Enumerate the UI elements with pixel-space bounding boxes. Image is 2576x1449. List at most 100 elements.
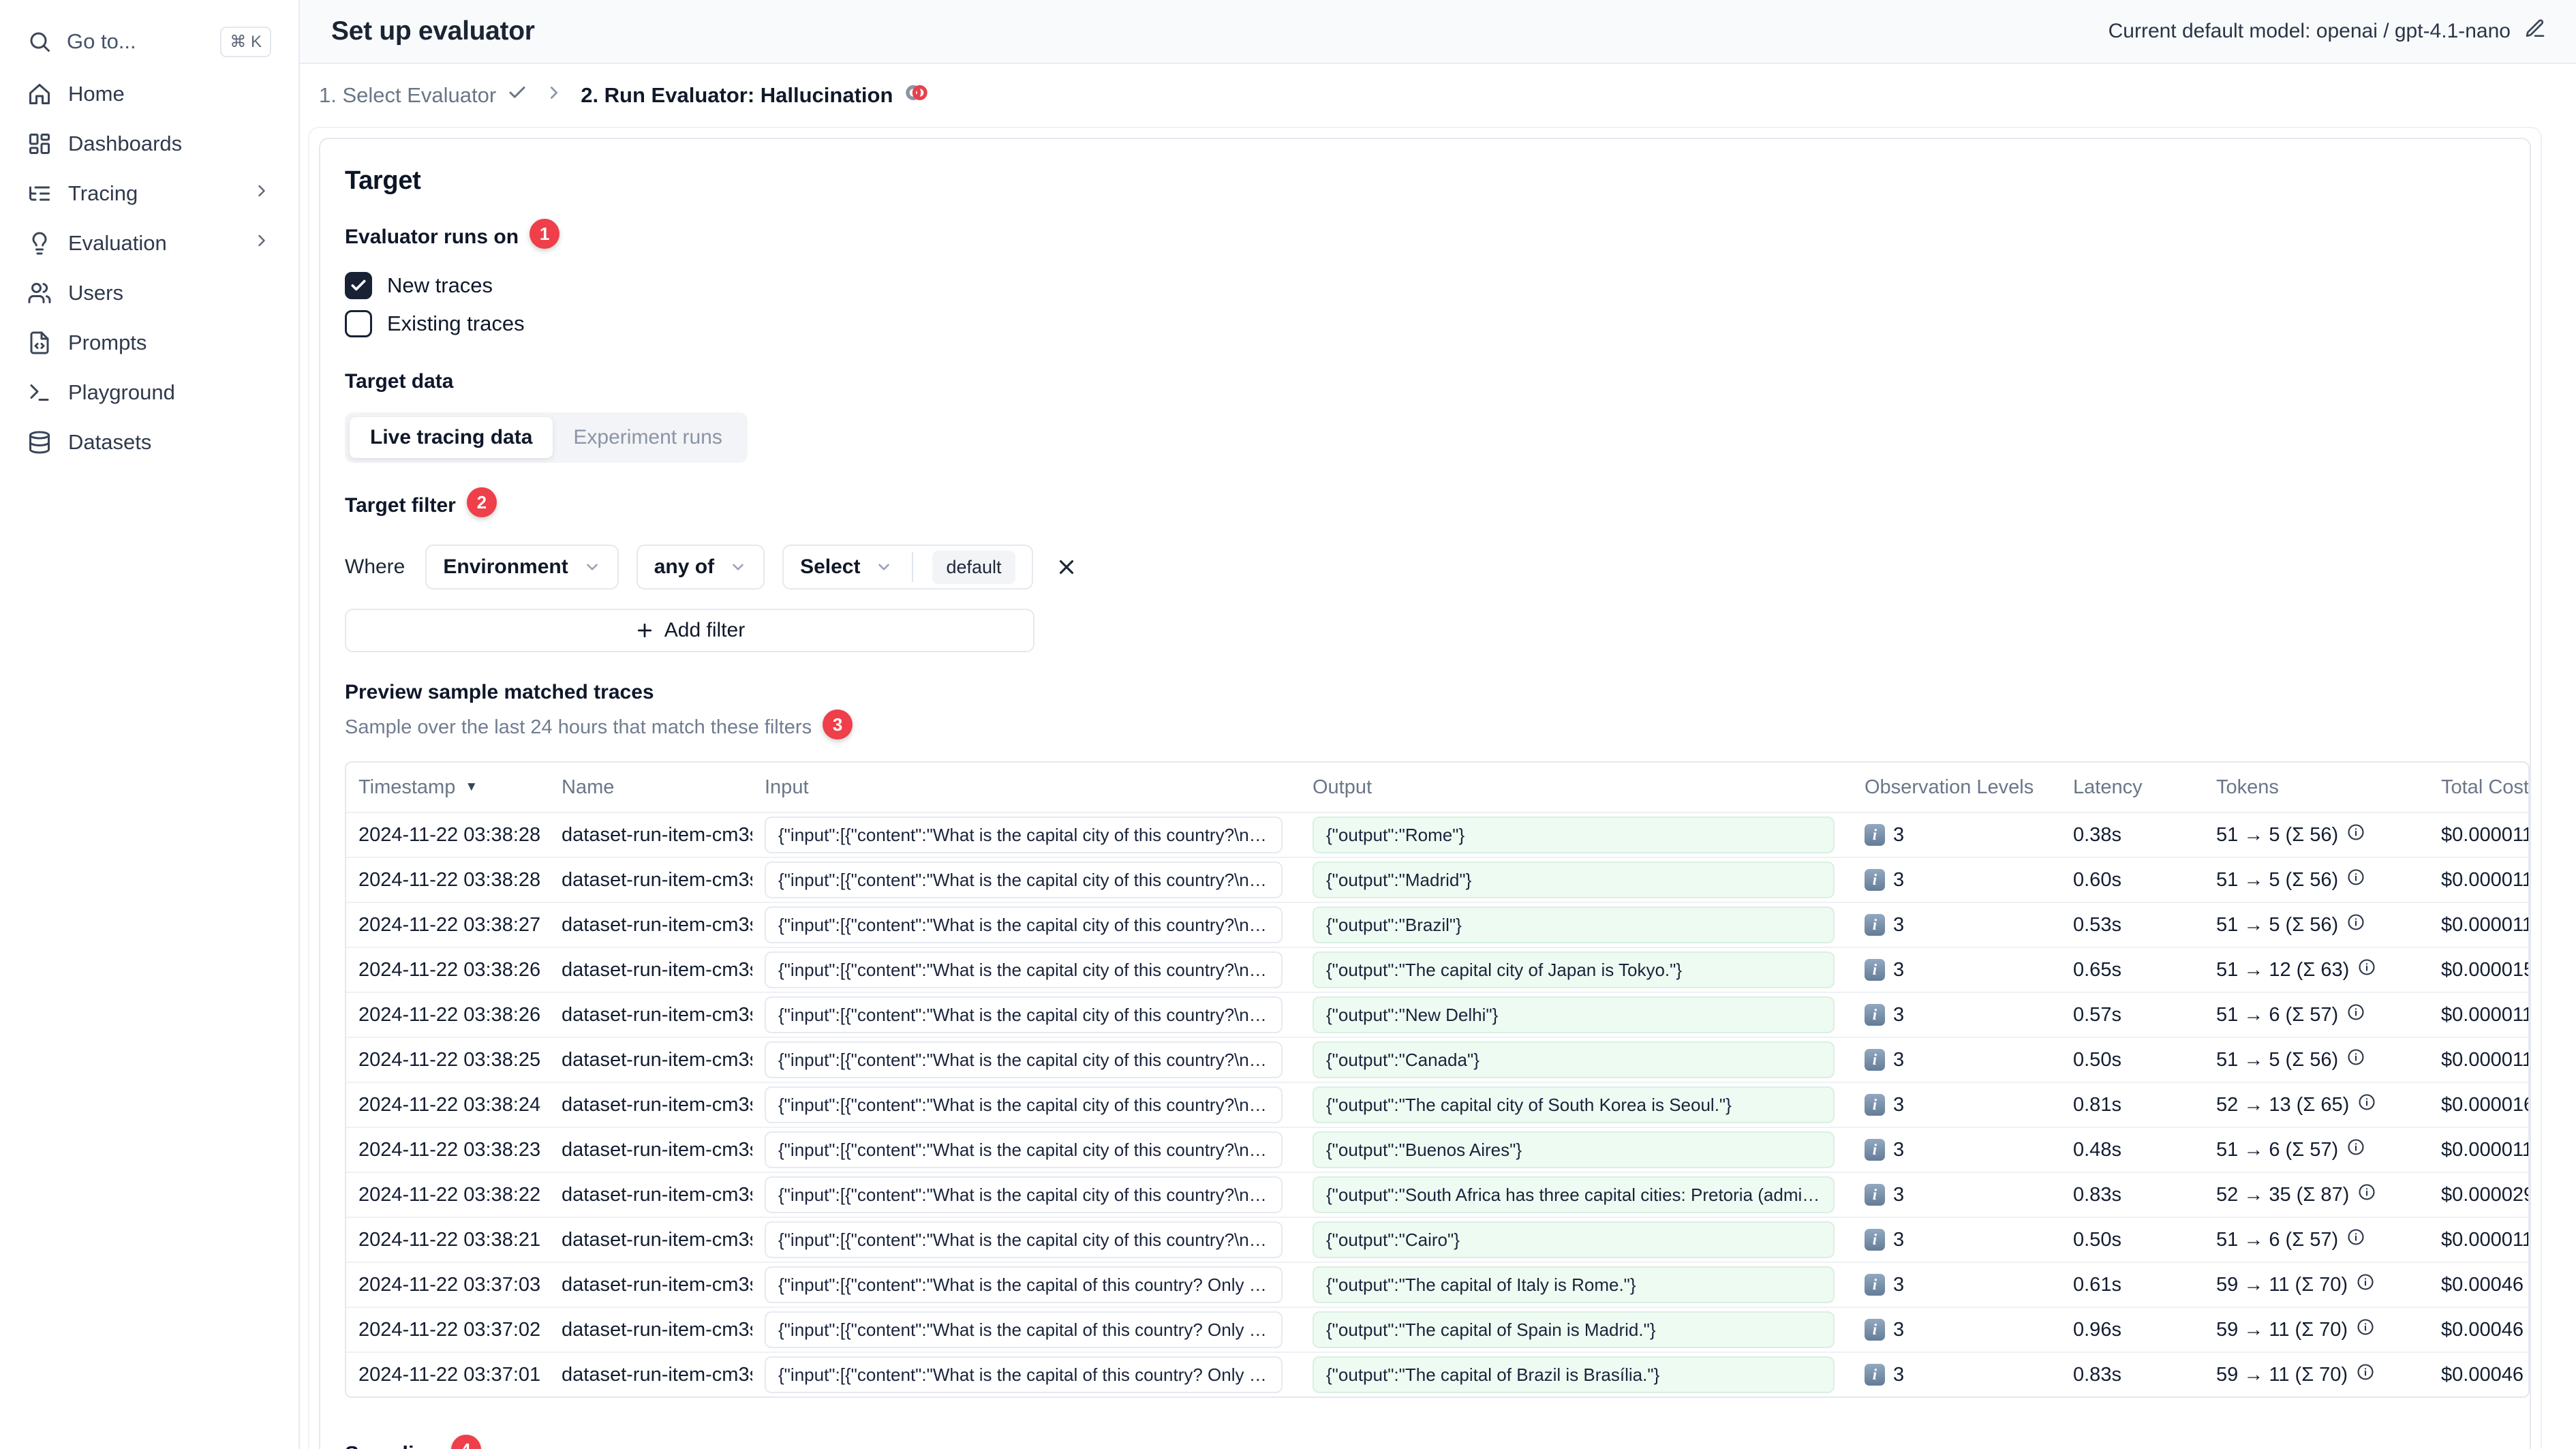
table-row[interactable]: 2024-11-22 03:38:24 dataset-run-item-cm3… (346, 1082, 2530, 1127)
table-row[interactable]: 2024-11-22 03:38:28 dataset-run-item-cm3… (346, 812, 2528, 857)
sidebar-item-prompts[interactable]: Prompts (16, 322, 282, 363)
info-emoji-icon: i (1865, 824, 1885, 846)
cell-output: {"output":"The capital of Spain is Madri… (1313, 1311, 1835, 1348)
cell-observation-levels: 3 (1893, 913, 1905, 936)
info-emoji-icon: i (1865, 1184, 1885, 1206)
search-icon (27, 29, 52, 54)
table-row[interactable]: 2024-11-22 03:38:26 dataset-run-item-cm3… (346, 992, 2530, 1037)
sidebar: Go to... ⌘ K Home Dashboards Tracing Eva… (0, 0, 300, 1449)
sidebar-item-playground[interactable]: Playground (16, 372, 282, 413)
column-header-name[interactable]: Name (549, 776, 752, 799)
chevron-right-icon (252, 231, 271, 256)
chevron-right-icon (544, 82, 564, 108)
table-row[interactable]: 2024-11-22 03:37:01 dataset-run-item-cm3… (346, 1352, 2530, 1397)
cell-total-cost: $0.000016 (2441, 1093, 2530, 1116)
column-header-latency[interactable]: Latency (2061, 776, 2204, 799)
sidebar-item-datasets[interactable]: Datasets (16, 422, 282, 463)
cell-total-cost: $0.00046 ( (2441, 1363, 2530, 1386)
cell-total-cost: $0.00046 ( (2441, 1273, 2530, 1296)
column-header-observation-levels[interactable]: Observation Levels (1852, 776, 2061, 799)
table-row[interactable]: 2024-11-22 03:38:23 dataset-run-item-cm3… (346, 1127, 2528, 1172)
table-row[interactable]: 2024-11-22 03:37:02 dataset-run-item-cm3… (346, 1307, 2528, 1352)
cell-input: {"input":[{"content":"What is the capita… (765, 1266, 1283, 1303)
knot-icon (904, 80, 930, 111)
cell-name: dataset-run-item-cm3s4 (562, 1048, 752, 1071)
sidebar-item-users[interactable]: Users (16, 273, 282, 314)
sidebar-item-label: Users (68, 281, 123, 305)
cell-total-cost: $0.000011 ( (2441, 1003, 2530, 1026)
column-header-timestamp[interactable]: Timestamp ▼ (346, 776, 549, 799)
info-icon (2357, 1093, 2376, 1117)
filter-value-select[interactable]: Select default (782, 545, 1033, 590)
prompts-icon (27, 331, 52, 355)
checkbox-new-traces[interactable]: New traces (345, 272, 2505, 299)
step-badge-1: 1 (530, 219, 560, 249)
default-model: Current default model: openai / gpt-4.1-… (2109, 18, 2546, 45)
goto-label: Go to... (67, 29, 136, 53)
cell-latency: 0.53s (2073, 913, 2121, 936)
cell-tokens: 51 → 6 (Σ 57) (2216, 1003, 2339, 1026)
cell-total-cost: $0.000029 (2441, 1183, 2530, 1206)
sidebar-item-evaluation[interactable]: Evaluation (16, 223, 282, 264)
checkbox-existing-traces[interactable]: Existing traces (345, 310, 2505, 337)
add-filter-button[interactable]: Add filter (345, 609, 1034, 652)
sampling-label: Sampling (345, 1442, 440, 1449)
app-root: Go to... ⌘ K Home Dashboards Tracing Eva… (0, 0, 2576, 1449)
chevron-down-icon (586, 564, 598, 570)
topbar: Set up evaluator Current default model: … (300, 0, 2576, 64)
cell-latency: 0.83s (2073, 1363, 2121, 1386)
column-header-tokens[interactable]: Tokens (2204, 776, 2429, 799)
wizard-card: Target Evaluator runs on 1 New traces Ex… (308, 127, 2542, 1449)
cell-tokens: 59 → 11 (Σ 70) (2216, 1363, 2348, 1386)
cell-latency: 0.60s (2073, 868, 2121, 891)
sidebar-item-dashboards[interactable]: Dashboards (16, 123, 282, 164)
table-row[interactable]: 2024-11-22 03:38:22 dataset-run-item-cm3… (346, 1172, 2530, 1217)
table-row[interactable]: 2024-11-22 03:38:25 dataset-run-item-cm3… (346, 1037, 2528, 1082)
table-row[interactable]: 2024-11-22 03:38:27 dataset-run-item-cm3… (346, 902, 2528, 947)
cell-output: {"output":"Buenos Aires"} (1313, 1131, 1835, 1168)
preview-subheading-text: Sample over the last 24 hours that match… (345, 716, 812, 738)
table-row[interactable]: 2024-11-22 03:38:21 dataset-run-item-cm3… (346, 1217, 2530, 1262)
cell-output: {"output":"Rome"} (1313, 817, 1835, 853)
cell-input: {"input":[{"content":"What is the capita… (765, 996, 1283, 1033)
table-row[interactable]: 2024-11-22 03:37:03 dataset-run-item-cm3… (346, 1262, 2530, 1307)
edit-pencil-icon[interactable] (2524, 18, 2546, 45)
goto-search[interactable]: Go to... ⌘ K (16, 20, 282, 63)
step-badge-3: 3 (823, 710, 853, 739)
step1-label: 1. Select Evaluator (319, 83, 497, 107)
cell-observation-levels: 3 (1893, 1183, 1905, 1206)
cell-total-cost: $0.000015 (2441, 958, 2530, 981)
dashboards-icon (27, 132, 52, 156)
tab-experiment-runs[interactable]: Experiment runs (553, 417, 742, 458)
tab-live-tracing-data[interactable]: Live tracing data (350, 417, 553, 458)
cell-total-cost: $0.000011 ( (2441, 1228, 2530, 1251)
breadcrumb-step-select-evaluator[interactable]: 1. Select Evaluator (319, 82, 527, 108)
sidebar-item-label: Playground (68, 380, 175, 404)
info-icon (2346, 1048, 2365, 1072)
cell-name: dataset-run-item-cm3s4 (562, 1093, 752, 1116)
filter-field-select[interactable]: Environment (425, 545, 619, 590)
remove-filter-button[interactable] (1051, 551, 1082, 583)
target-data-tabs: Live tracing data Experiment runs (345, 412, 748, 463)
cell-total-cost: $0.000011 ( (2441, 868, 2530, 891)
default-model-label: Current default model: openai / gpt-4.1-… (2108, 20, 2511, 42)
info-emoji-icon: i (1865, 1004, 1885, 1026)
cell-input: {"input":[{"content":"What is the capita… (765, 1041, 1283, 1078)
table-row[interactable]: 2024-11-22 03:38:28 dataset-run-item-cm3… (346, 857, 2530, 902)
sidebar-item-tracing[interactable]: Tracing (16, 173, 282, 214)
filter-operator-select[interactable]: any of (636, 545, 765, 590)
column-header-output[interactable]: Output (1300, 776, 1852, 799)
column-header-total-cost[interactable]: Total Cost (2429, 776, 2528, 799)
cell-timestamp: 2024-11-22 03:38:26 (358, 1003, 541, 1026)
breadcrumb-step-run-evaluator[interactable]: 2. Run Evaluator: Hallucination (581, 80, 930, 111)
cell-input: {"input":[{"content":"What is the capita… (765, 861, 1283, 898)
cell-name: dataset-run-item-cm3s4 (562, 868, 752, 891)
cell-name: dataset-run-item-cm3s4 (562, 1318, 752, 1341)
cell-latency: 0.48s (2073, 1138, 2121, 1161)
column-header-input[interactable]: Input (752, 776, 1300, 799)
cell-input: {"input":[{"content":"What is the capita… (765, 1086, 1283, 1123)
sidebar-item-home[interactable]: Home (16, 74, 282, 115)
cell-observation-levels: 3 (1893, 1003, 1905, 1026)
sort-desc-icon: ▼ (465, 780, 478, 794)
table-row[interactable]: 2024-11-22 03:38:26 dataset-run-item-cm3… (346, 947, 2530, 992)
